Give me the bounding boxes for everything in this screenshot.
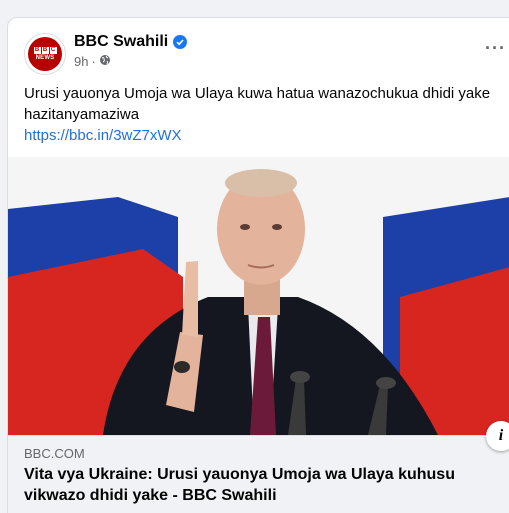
- logo-letter: B: [33, 47, 41, 54]
- bbc-news-logo: B B C NEWS: [28, 37, 62, 71]
- info-icon[interactable]: i: [486, 421, 509, 451]
- link-preview-image[interactable]: [8, 157, 509, 435]
- link-headline[interactable]: Vita vya Ukraine: Urusi yauonya Umoja wa…: [24, 464, 494, 506]
- post-meta: 9h ·: [74, 54, 111, 69]
- globe-icon[interactable]: [99, 54, 111, 69]
- post-text: Urusi yauonya Umoja wa Ulaya kuwa hatua …: [24, 85, 491, 123]
- more-options-icon[interactable]: ···: [485, 38, 506, 59]
- logo-letter: C: [49, 47, 57, 54]
- post-link[interactable]: https://bbc.in/3wZ7xWX: [24, 125, 499, 146]
- post-card: B B C NEWS BBC Swahili 9h · ··· Urusi ya…: [7, 17, 509, 513]
- page-avatar[interactable]: B B C NEWS: [24, 33, 66, 75]
- page-name[interactable]: BBC Swahili: [74, 33, 168, 51]
- post-body: Urusi yauonya Umoja wa Ulaya kuwa hatua …: [24, 83, 499, 146]
- link-preview-footer[interactable]: BBC.COM Vita vya Ukraine: Urusi yauonya …: [8, 435, 509, 513]
- dot-separator: ·: [91, 54, 96, 69]
- logo-word: NEWS: [35, 55, 55, 61]
- link-domain: BBC.COM: [24, 446, 85, 461]
- post-time[interactable]: 9h: [74, 54, 88, 69]
- page-name-row: BBC Swahili: [74, 33, 188, 51]
- verified-badge-icon: [173, 35, 188, 49]
- logo-letter: B: [41, 47, 49, 54]
